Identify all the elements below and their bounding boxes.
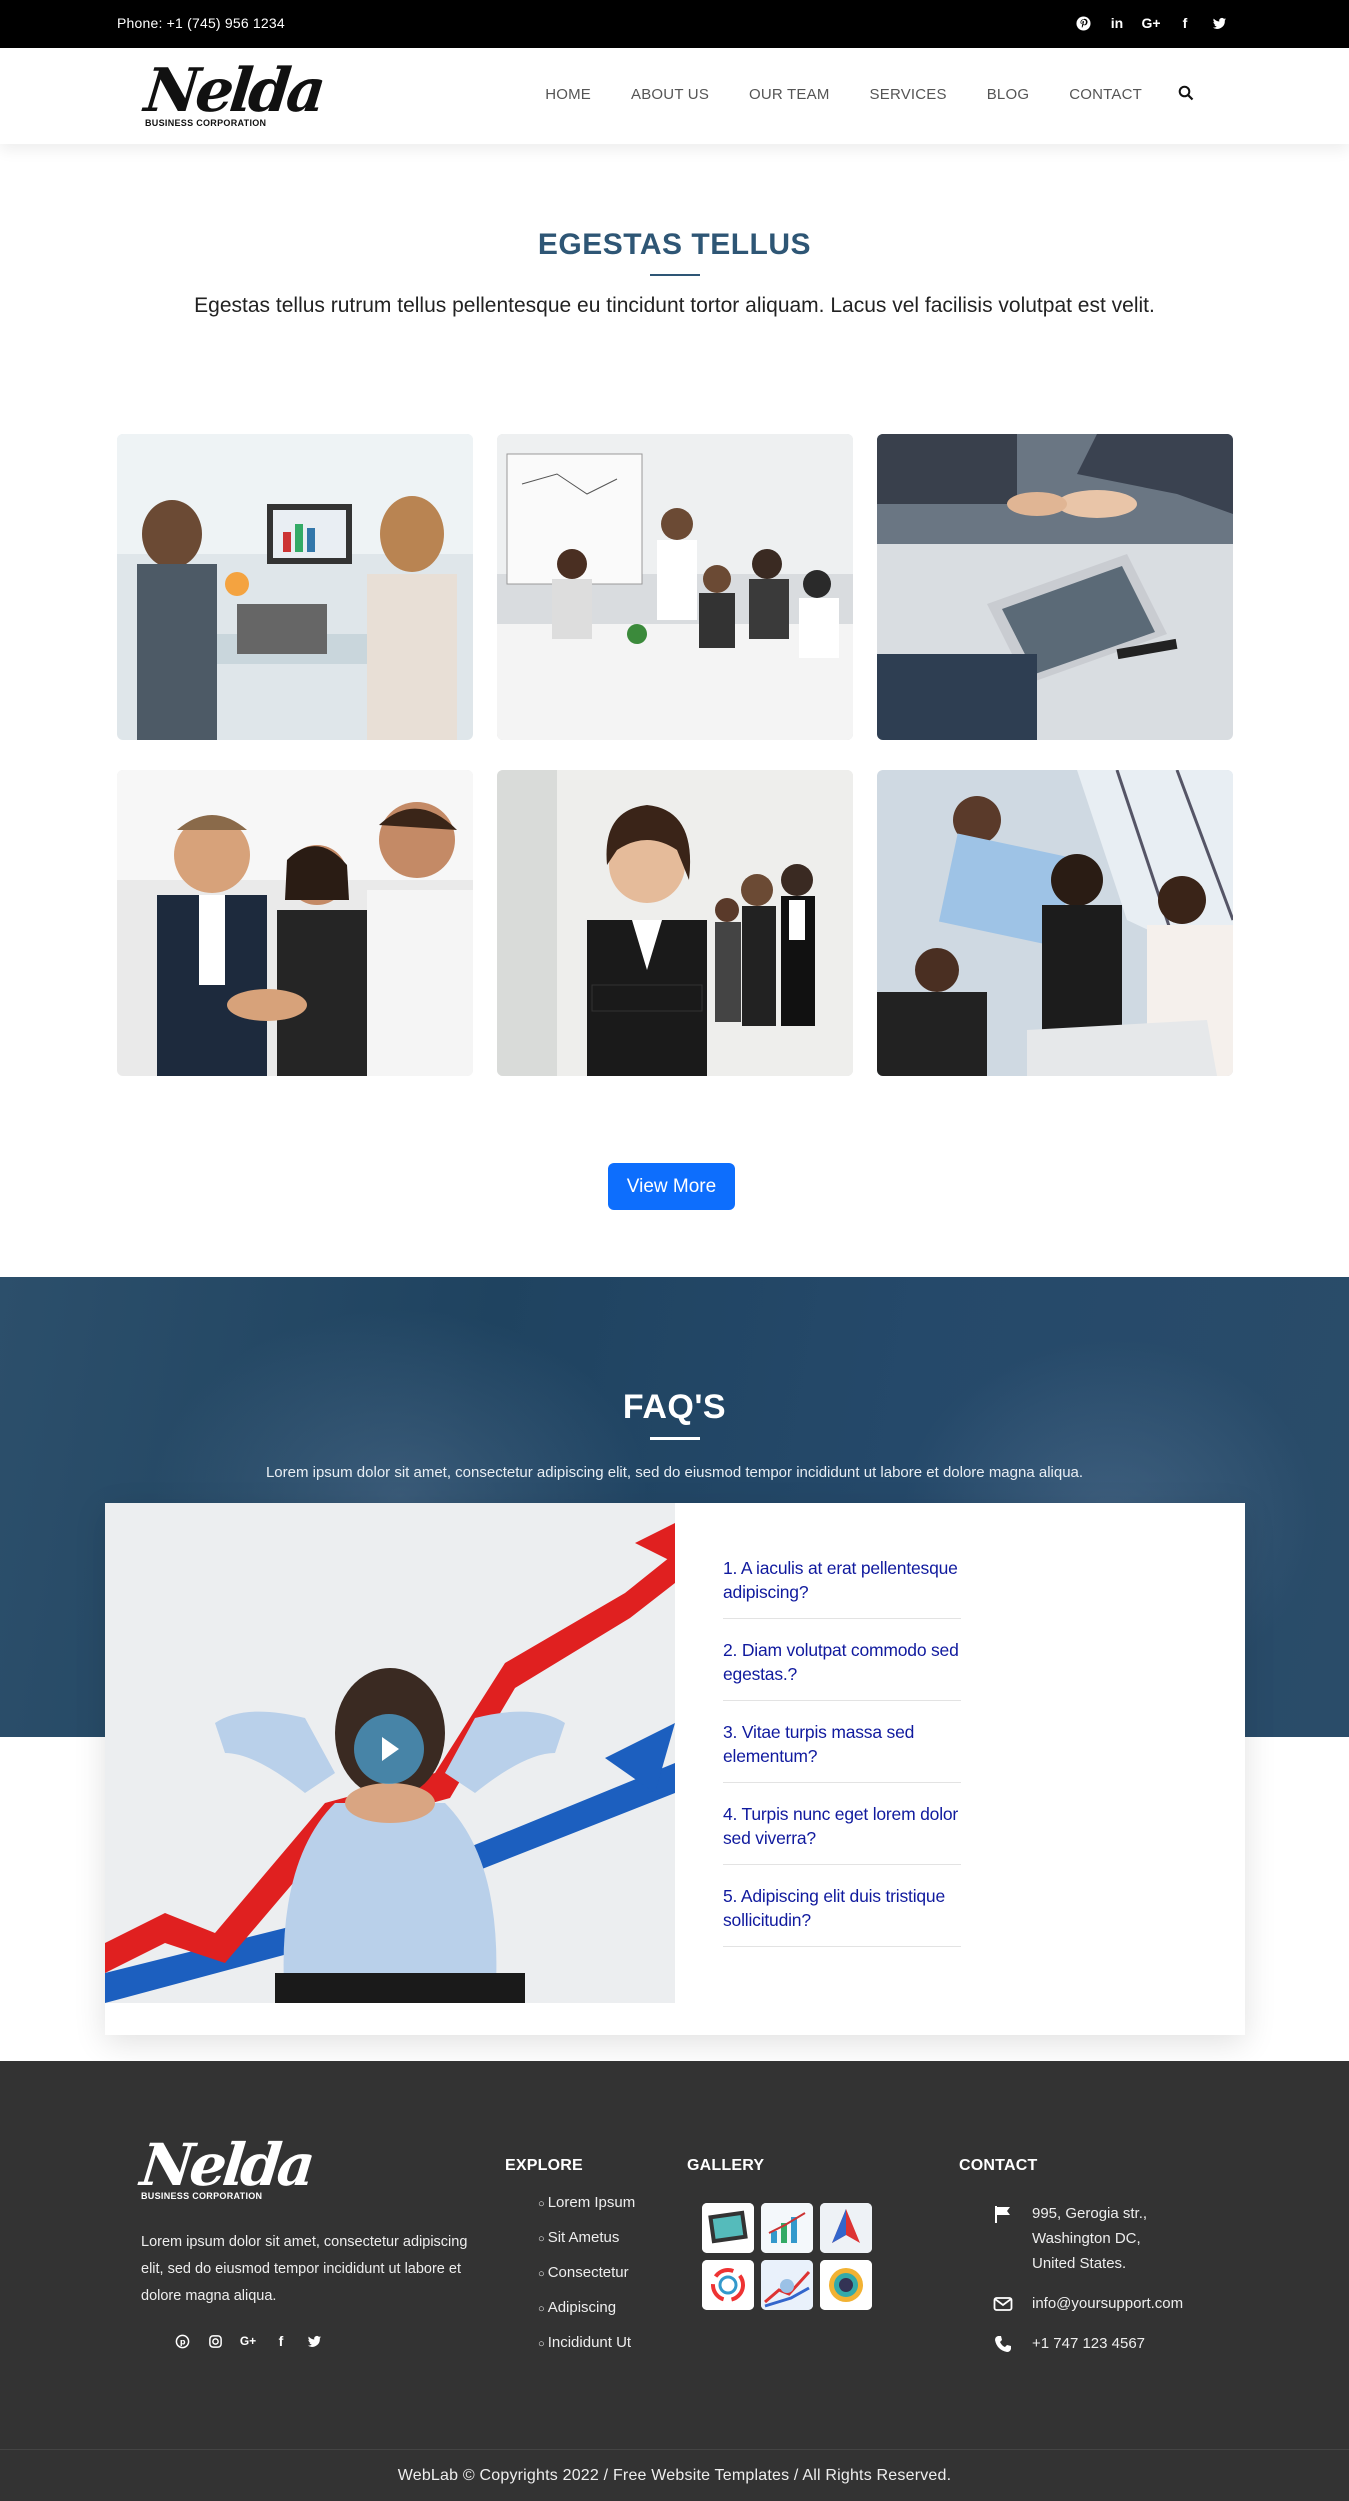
twitter-icon[interactable] xyxy=(1209,13,1229,33)
pinterest-icon[interactable] xyxy=(1073,13,1093,33)
nav-home[interactable]: HOME xyxy=(545,86,591,106)
footer-gallery-thumb[interactable] xyxy=(820,2260,872,2310)
faq-title: FAQ'S xyxy=(622,1388,727,1426)
footer-link[interactable]: Lorem Ipsum xyxy=(538,2194,636,2211)
gallery-photo[interactable] xyxy=(497,434,853,740)
footer-contact: 995, Gerogia str., Washington DC, United… xyxy=(993,2201,1183,2371)
contact-address: 995, Gerogia str., Washington DC, United… xyxy=(993,2201,1183,2276)
footer-gallery-thumb[interactable] xyxy=(702,2203,754,2253)
footer-social: p G+ f xyxy=(172,2331,324,2351)
faq-question-1[interactable]: 1. A iaculis at erat pellentesque adipis… xyxy=(723,1556,961,1619)
faq-card: 1. A iaculis at erat pellentesque adipis… xyxy=(105,1503,1245,2035)
gallery-photo[interactable] xyxy=(117,770,473,1076)
footer-explore-list: Lorem Ipsum Sit Ametus Consectetur Adipi… xyxy=(538,2194,636,2369)
nav-services[interactable]: SERVICES xyxy=(870,86,947,106)
nav-our-team[interactable]: OUR TEAM xyxy=(749,86,830,106)
address-line-1: 995, Gerogia str., xyxy=(1032,2205,1148,2222)
logo-wordmark: Nelda xyxy=(141,56,326,126)
footer-gallery xyxy=(702,2203,872,2310)
footer-link[interactable]: Consectetur xyxy=(538,2264,635,2281)
footer-about-text: Lorem ipsum dolor sit amet, consectetur … xyxy=(141,2234,468,2304)
faq-question-list: 1. A iaculis at erat pellentesque adipis… xyxy=(723,1556,961,1966)
main-header: Nelda BUSINESS CORPORATION HOME ABOUT US… xyxy=(0,48,1349,144)
footer-link[interactable]: Incididunt Ut xyxy=(538,2334,635,2351)
site-logo[interactable]: Nelda BUSINESS CORPORATION xyxy=(141,56,325,128)
footer-gallery-thumb[interactable] xyxy=(820,2203,872,2253)
faq-title-underline xyxy=(649,1437,700,1440)
phone-text: +1 747 123 4567 xyxy=(1032,2335,1146,2352)
footer-gallery-thumb[interactable] xyxy=(702,2260,754,2310)
faq-question-4[interactable]: 4. Turpis nunc eget lorem dolor sed vive… xyxy=(723,1802,961,1865)
faq-question-3[interactable]: 3. Vitae turpis massa sed elementum? xyxy=(723,1720,961,1783)
gallery-photo[interactable] xyxy=(877,434,1233,740)
google-plus-icon[interactable]: G+ xyxy=(1141,13,1161,33)
footer-gallery-title: GALLERY xyxy=(687,2157,765,2174)
copyright-bar: WebLab © Copyrights 2022 / Free Website … xyxy=(0,2449,1349,2501)
address-line-3: United States. xyxy=(1032,2255,1127,2272)
twitter-icon[interactable] xyxy=(304,2331,324,2351)
gallery-photo[interactable] xyxy=(117,434,473,740)
nav-contact[interactable]: CONTACT xyxy=(1069,86,1142,106)
linkedin-icon[interactable]: in xyxy=(1107,13,1127,33)
nav-about-us[interactable]: ABOUT US xyxy=(631,86,709,106)
envelope-icon xyxy=(993,2297,1013,2311)
footer-gallery-thumb[interactable] xyxy=(761,2203,813,2253)
footer-link[interactable]: Sit Ametus xyxy=(538,2229,635,2246)
footer-logo-wordmark: Nelda xyxy=(137,2131,315,2199)
top-bar: Phone: +1 (745) 956 1234 in G+ f xyxy=(0,0,1349,48)
faq-video-thumbnail[interactable] xyxy=(105,1503,675,2003)
facebook-icon[interactable]: f xyxy=(1175,13,1195,33)
site-footer: Nelda BUSINESS CORPORATION Lorem ipsum d… xyxy=(0,2061,1349,2501)
footer-gallery-thumb[interactable] xyxy=(761,2260,813,2310)
intro-text: Egestas tellus rutrum tellus pellentesqu… xyxy=(194,294,1155,317)
svg-text:p: p xyxy=(179,2337,185,2346)
facebook-icon[interactable]: f xyxy=(271,2331,291,2351)
email-text: info@yoursupport.com xyxy=(1032,2295,1184,2312)
nav-blog[interactable]: BLOG xyxy=(987,86,1029,106)
footer-logo[interactable]: Nelda BUSINESS CORPORATION xyxy=(137,2131,314,2201)
play-icon[interactable] xyxy=(354,1714,424,1784)
footer-contact-title: CONTACT xyxy=(959,2157,1038,2174)
footer-explore-title: EXPLORE xyxy=(505,2157,583,2174)
google-plus-icon[interactable]: G+ xyxy=(238,2331,258,2351)
intro-section: EGESTAS TELLUS Egestas tellus rutrum tel… xyxy=(0,228,1349,318)
title-underline xyxy=(649,274,700,276)
contact-email[interactable]: info@yoursupport.com xyxy=(993,2291,1183,2316)
topbar-social: in G+ f xyxy=(1073,13,1229,33)
view-more-button[interactable]: View More xyxy=(608,1163,735,1210)
gallery-photo[interactable] xyxy=(877,770,1233,1076)
contact-phone[interactable]: +1 747 123 4567 xyxy=(993,2331,1183,2356)
section-title: EGESTAS TELLUS xyxy=(537,228,812,261)
search-icon[interactable] xyxy=(1178,85,1194,105)
gallery-photo[interactable] xyxy=(497,770,853,1076)
phone-icon xyxy=(995,2336,1011,2352)
flag-icon xyxy=(995,2206,1010,2223)
faq-question-2[interactable]: 2. Diam volutpat commodo sed egestas.? xyxy=(723,1638,961,1701)
photo-gallery xyxy=(117,434,1234,1076)
faq-subtitle: Lorem ipsum dolor sit amet, consectetur … xyxy=(265,1464,1084,1481)
instagram-icon[interactable] xyxy=(205,2331,225,2351)
footer-link[interactable]: Adipiscing xyxy=(538,2299,635,2316)
faq-question-5[interactable]: 5. Adipiscing elit duis tristique sollic… xyxy=(723,1884,961,1947)
main-nav: HOME ABOUT US OUR TEAM SERVICES BLOG CON… xyxy=(505,85,1194,106)
topbar-phone: Phone: +1 (745) 956 1234 xyxy=(117,15,285,31)
pinterest-icon[interactable]: p xyxy=(172,2331,192,2351)
faq-header: FAQ'S Lorem ipsum dolor sit amet, consec… xyxy=(0,1388,1349,1481)
address-line-2: Washington DC, xyxy=(1032,2230,1141,2247)
